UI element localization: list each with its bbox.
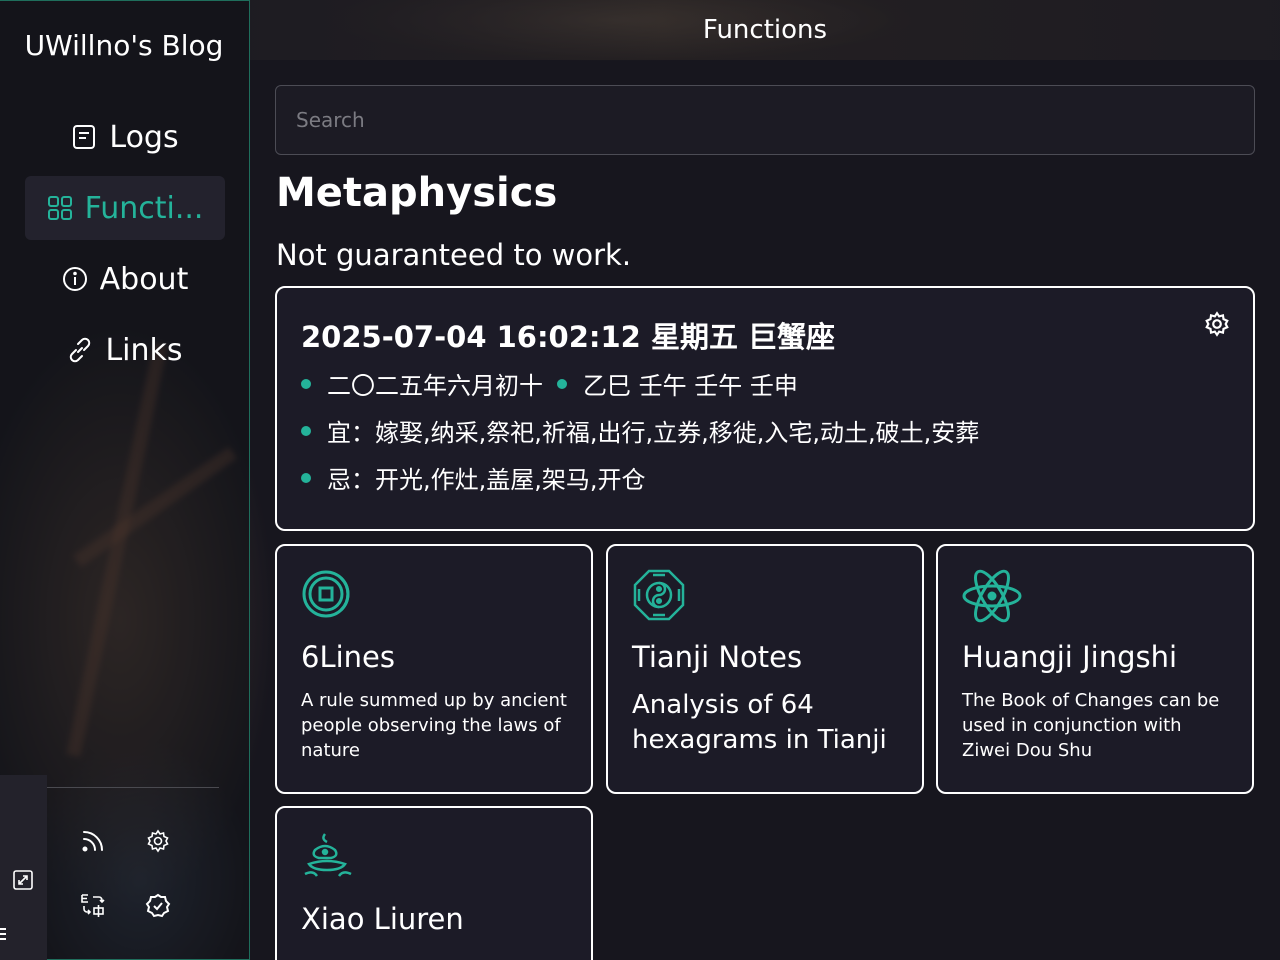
nav-item-links[interactable]: Links bbox=[25, 318, 225, 382]
calendar-yi-line: 宜：嫁娶,纳采,祭祀,祈福,出行,立券,移徙,入宅,动土,破土,安葬 bbox=[301, 413, 979, 448]
calendar-datetime: 2025-07-04 16:02:12 星期五 巨蟹座 bbox=[301, 320, 836, 354]
bullet-dot bbox=[301, 378, 311, 389]
menu-icon[interactable] bbox=[0, 925, 8, 945]
card-title: Tianji Notes bbox=[632, 640, 803, 674]
card-description: The Book of Changes can be used in conju… bbox=[962, 690, 1220, 761]
nav-item-logs[interactable]: Logs bbox=[25, 105, 225, 169]
grid-icon bbox=[47, 195, 73, 221]
calendar-ji-line: 忌：开光,作灶,盖屋,架马,开仓 bbox=[301, 460, 646, 495]
function-card-xiao-liuren[interactable]: Xiao Liuren bbox=[275, 806, 593, 960]
calendar-ganzhi: 乙巳 壬午 壬午 壬申 bbox=[583, 372, 798, 400]
section-title: Metaphysics bbox=[276, 170, 558, 216]
bullet-dot bbox=[557, 378, 567, 389]
search-input[interactable] bbox=[275, 85, 1255, 155]
bullet-dot bbox=[301, 425, 311, 436]
blog-title[interactable]: UWillno's Blog bbox=[0, 29, 248, 62]
calendar-yi: 宜：嫁娶,纳采,祭祀,祈福,出行,立券,移徙,入宅,动土,破土,安葬 bbox=[327, 419, 980, 447]
coin-icon bbox=[301, 568, 355, 622]
settings-icon[interactable] bbox=[143, 826, 173, 856]
lamp-icon bbox=[301, 830, 355, 884]
bagua-icon bbox=[632, 568, 686, 622]
bullet-dot bbox=[301, 472, 311, 483]
section-subtitle: Not guaranteed to work. bbox=[276, 238, 632, 272]
gear-icon[interactable] bbox=[1203, 310, 1231, 338]
link-icon bbox=[67, 337, 93, 363]
expand-icon[interactable] bbox=[10, 867, 36, 893]
document-icon bbox=[71, 124, 97, 150]
card-title: Xiao Liuren bbox=[301, 902, 464, 936]
sidebar: UWillno's Blog Logs Functi... About Link… bbox=[0, 0, 250, 960]
card-title: 6Lines bbox=[301, 640, 395, 674]
rss-icon[interactable] bbox=[78, 826, 108, 856]
function-card-huangji-jingshi[interactable]: Huangji Jingshi The Book of Changes can … bbox=[936, 544, 1254, 794]
translate-icon[interactable] bbox=[78, 891, 108, 921]
page-header: Functions bbox=[250, 0, 1280, 60]
nav-item-about[interactable]: About bbox=[25, 247, 225, 311]
nav-label: Functi... bbox=[84, 190, 204, 226]
nav-label: Links bbox=[105, 332, 183, 368]
nav-label: Logs bbox=[109, 119, 179, 155]
card-description: A rule summed up by ancient people obser… bbox=[301, 690, 567, 761]
card-description: Analysis of 64 hexagrams in Tianji bbox=[632, 690, 887, 755]
card-title: Huangji Jingshi bbox=[962, 640, 1178, 674]
atom-icon bbox=[962, 568, 1022, 623]
calendar-lunar: 二〇二五年六月初十 bbox=[327, 372, 543, 400]
sidebar-divider bbox=[47, 787, 219, 788]
function-card-tianji-notes[interactable]: Tianji Notes Analysis of 64 hexagrams in… bbox=[606, 544, 924, 794]
calendar-lunar-line: 二〇二五年六月初十 乙巳 壬午 壬午 壬申 bbox=[301, 366, 798, 401]
calendar-ji: 忌：开光,作灶,盖屋,架马,开仓 bbox=[327, 466, 646, 494]
nav-label: About bbox=[99, 261, 189, 297]
theme-settings-icon[interactable] bbox=[143, 891, 173, 921]
function-card-6lines[interactable]: 6Lines A rule summed up by ancient peopl… bbox=[275, 544, 593, 794]
nav-item-functions[interactable]: Functi... bbox=[25, 176, 225, 240]
page-title: Functions bbox=[702, 15, 828, 45]
calendar-card: 2025-07-04 16:02:12 星期五 巨蟹座 二〇二五年六月初十 乙巳… bbox=[275, 286, 1255, 531]
info-icon bbox=[62, 266, 88, 292]
